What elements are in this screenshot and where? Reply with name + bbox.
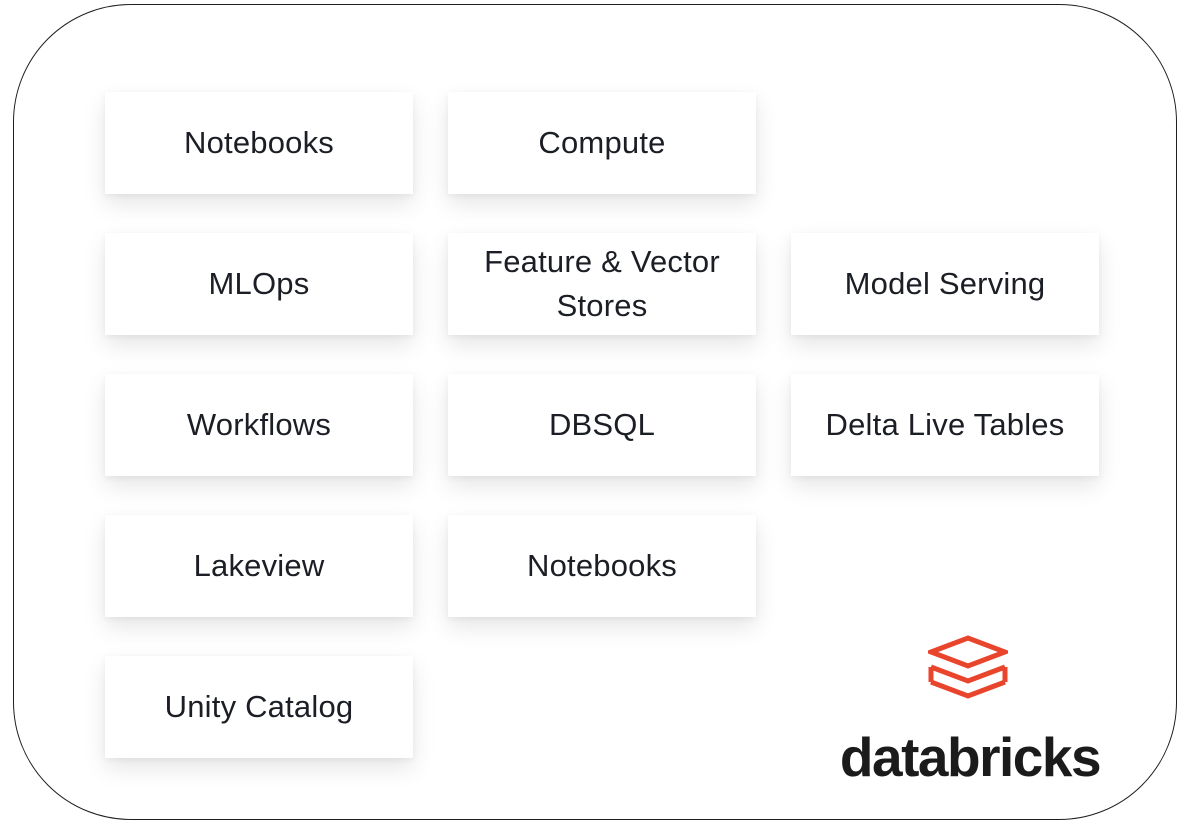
databricks-stack-icon	[928, 635, 1008, 699]
tile-lakeview: Lakeview	[105, 515, 413, 617]
tile-dbsql: DBSQL	[448, 374, 756, 476]
tile-label: Lakeview	[193, 548, 325, 583]
tile-label: Unity Catalog	[164, 689, 354, 724]
tile-label: MLOps	[208, 266, 310, 301]
tile-workflows: Workflows	[105, 374, 413, 476]
tile-compute: Compute	[448, 92, 756, 194]
tile-label: Compute	[538, 125, 666, 160]
tile-label: Notebooks	[526, 548, 677, 583]
tile-model-serving: Model Serving	[791, 233, 1099, 335]
tile-label: Delta Live Tables	[825, 407, 1065, 442]
tile-mlops: MLOps	[105, 233, 413, 335]
tile-label: Model Serving	[844, 266, 1046, 301]
tile-notebooks-secondary: Notebooks	[448, 515, 756, 617]
tile-unity-catalog: Unity Catalog	[105, 656, 413, 758]
tile-feature-vector-stores: Feature & Vector Stores	[448, 233, 756, 335]
tile-notebooks: Notebooks	[105, 92, 413, 194]
tile-label: Feature & Vector Stores	[484, 244, 720, 323]
tile-label: DBSQL	[548, 407, 656, 442]
tile-label: Workflows	[186, 407, 332, 442]
tile-delta-live-tables: Delta Live Tables	[791, 374, 1099, 476]
tile-label: Notebooks	[183, 125, 334, 160]
databricks-wordmark: databricks	[839, 726, 1102, 788]
